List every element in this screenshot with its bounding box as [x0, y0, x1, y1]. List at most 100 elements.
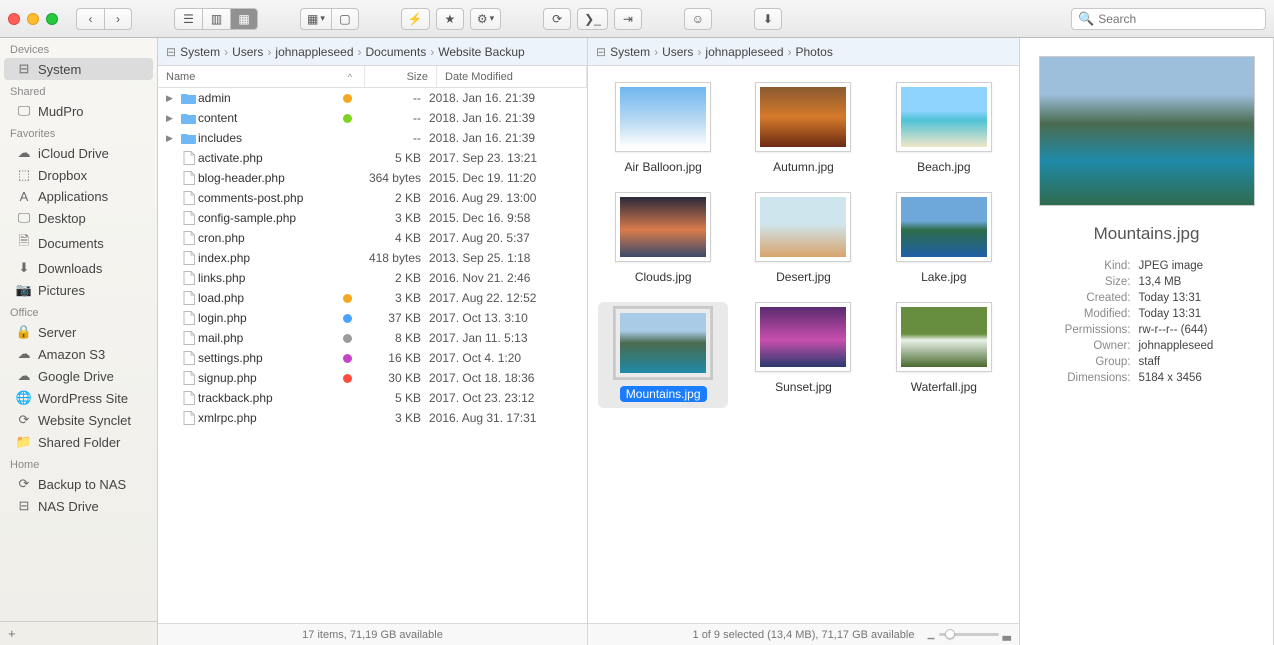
file-name: mail.php: [198, 331, 337, 345]
sidebar-item[interactable]: ⊟NAS Drive: [0, 495, 157, 517]
thumbnail-image: [615, 192, 711, 262]
file-row[interactable]: ▶content--2018. Jan 16. 21:39: [158, 108, 587, 128]
file-icon: [180, 171, 198, 185]
file-row[interactable]: config-sample.php3 KB2015. Dec 16. 9:58: [158, 208, 587, 228]
breadcrumb-segment[interactable]: System: [180, 45, 220, 59]
file-row[interactable]: signup.php30 KB2017. Oct 18. 18:36: [158, 368, 587, 388]
breadcrumb-segment[interactable]: Photos: [796, 45, 833, 59]
thumbnail-item[interactable]: Autumn.jpg: [738, 82, 868, 174]
sidebar-item[interactable]: ⊟System: [4, 58, 153, 80]
thumbnail-item[interactable]: Beach.jpg: [879, 82, 1009, 174]
arrange-button[interactable]: ▦▾: [300, 8, 331, 30]
view-list-button[interactable]: ☰: [174, 8, 202, 30]
thumbnail-item[interactable]: Sunset.jpg: [738, 302, 868, 408]
window-controls: [8, 13, 58, 25]
forward-button[interactable]: ›: [104, 8, 132, 30]
sidebar-item[interactable]: ⟳Website Synclet: [0, 409, 157, 431]
file-row[interactable]: mail.php8 KB2017. Jan 11. 5:13: [158, 328, 587, 348]
sidebar-heading: Shared: [0, 80, 157, 100]
breadcrumb-segment[interactable]: johnappleseed: [275, 45, 353, 59]
terminal-icon: ❯_: [584, 12, 601, 26]
new-document-button[interactable]: ▢: [331, 8, 359, 30]
metadata-row: Size:13,4 MB: [1037, 274, 1257, 290]
tag-dot: [337, 94, 357, 103]
file-row[interactable]: links.php2 KB2016. Nov 21. 2:46: [158, 268, 587, 288]
search-field[interactable]: 🔍: [1071, 8, 1266, 30]
breadcrumb-segment[interactable]: Users: [662, 45, 693, 59]
file-row[interactable]: index.php418 bytes2013. Sep 25. 1:18: [158, 248, 587, 268]
zoom-window-button[interactable]: [46, 13, 58, 25]
thumbnail-item[interactable]: Air Balloon.jpg: [598, 82, 728, 174]
terminal-button[interactable]: ❯_: [577, 8, 608, 30]
quick-action-button[interactable]: ⚡: [401, 8, 430, 30]
file-row[interactable]: cron.php4 KB2017. Aug 20. 5:37: [158, 228, 587, 248]
tag-dot: [337, 114, 357, 123]
thumbnail-item[interactable]: Lake.jpg: [879, 192, 1009, 284]
disclosure-triangle-icon[interactable]: ▶: [166, 93, 180, 104]
sidebar-item[interactable]: 🖵MudPro: [0, 100, 157, 122]
action-menu-button[interactable]: ⚙▾: [470, 8, 501, 30]
favorite-button[interactable]: ★: [436, 8, 464, 30]
file-row[interactable]: xmlrpc.php3 KB2016. Aug 31. 17:31: [158, 408, 587, 428]
column-header-date[interactable]: Date Modified: [437, 66, 587, 87]
thumbnail-item[interactable]: Mountains.jpg: [598, 302, 728, 408]
file-date: 2017. Oct 4. 1:20: [429, 351, 579, 365]
breadcrumb-segment[interactable]: System: [610, 45, 650, 59]
sidebar-add-button[interactable]: +: [0, 621, 157, 645]
column-header-row: Name^ Size Date Modified: [158, 66, 587, 88]
column-header-size[interactable]: Size: [365, 66, 437, 87]
sidebar-item[interactable]: 📷Pictures: [0, 279, 157, 301]
view-icons-button[interactable]: ▦: [230, 8, 258, 30]
breadcrumb-segment[interactable]: Users: [232, 45, 263, 59]
file-date: 2013. Sep 25. 1:18: [429, 251, 579, 265]
breadcrumb-segment[interactable]: Website Backup: [438, 45, 525, 59]
file-size: 8 KB: [357, 331, 429, 345]
sidebar-item[interactable]: ⬇Downloads: [0, 257, 157, 279]
close-window-button[interactable]: [8, 13, 20, 25]
sidebar-item[interactable]: ☁iCloud Drive: [0, 142, 157, 164]
status-bar-right: 1 of 9 selected (13,4 MB), 71,17 GB avai…: [588, 623, 1019, 645]
file-row[interactable]: load.php3 KB2017. Aug 22. 12:52: [158, 288, 587, 308]
sidebar-item[interactable]: ⬚Dropbox: [0, 164, 157, 186]
sidebar-item[interactable]: 🗎Documents: [0, 229, 157, 257]
view-columns-button[interactable]: ▥: [202, 8, 230, 30]
file-row[interactable]: comments-post.php2 KB2016. Aug 29. 13:00: [158, 188, 587, 208]
sidebar-item[interactable]: 📁Shared Folder: [0, 431, 157, 453]
column-header-name[interactable]: Name^: [158, 66, 365, 87]
breadcrumb-segment[interactable]: Documents: [366, 45, 427, 59]
disclosure-triangle-icon[interactable]: ▶: [166, 133, 180, 144]
sidebar-item[interactable]: 🖵Desktop: [0, 207, 157, 229]
file-row[interactable]: settings.php16 KB2017. Oct 4. 1:20: [158, 348, 587, 368]
metadata-key: Group:: [1037, 356, 1131, 368]
thumbnail-item[interactable]: Desert.jpg: [738, 192, 868, 284]
sidebar-item[interactable]: AApplications: [0, 186, 157, 207]
thumbnail-item[interactable]: Clouds.jpg: [598, 192, 728, 284]
sidebar-item[interactable]: ☁Google Drive: [0, 365, 157, 387]
zoom-slider[interactable]: ▁ ▃: [928, 628, 1011, 641]
download-button[interactable]: ⬇: [754, 8, 782, 30]
file-row[interactable]: activate.php5 KB2017. Sep 23. 13:21: [158, 148, 587, 168]
star-icon: ★: [444, 12, 455, 26]
sidebar-item[interactable]: 🌐WordPress Site: [0, 387, 157, 409]
file-row[interactable]: ▶admin--2018. Jan 16. 21:39: [158, 88, 587, 108]
search-input[interactable]: [1098, 12, 1259, 26]
file-name: content: [198, 111, 337, 125]
disclosure-triangle-icon[interactable]: ▶: [166, 113, 180, 124]
file-row[interactable]: trackback.php5 KB2017. Oct 23. 23:12: [158, 388, 587, 408]
transfer-button[interactable]: ⇥: [614, 8, 642, 30]
file-row[interactable]: login.php37 KB2017. Oct 13. 3:10: [158, 308, 587, 328]
file-row[interactable]: blog-header.php364 bytes2015. Dec 19. 11…: [158, 168, 587, 188]
back-button[interactable]: ‹: [76, 8, 104, 30]
file-row[interactable]: ▶includes--2018. Jan 16. 21:39: [158, 128, 587, 148]
chevron-right-icon: ›: [430, 45, 434, 59]
emoji-button[interactable]: ☺: [684, 8, 712, 30]
zoom-out-icon: ▁: [928, 629, 935, 640]
minimize-window-button[interactable]: [27, 13, 39, 25]
thumbnail-item[interactable]: Waterfall.jpg: [879, 302, 1009, 408]
sidebar-item[interactable]: ⟳Backup to NAS: [0, 473, 157, 495]
sync-button[interactable]: ⟳: [543, 8, 571, 30]
thumbnail-label: Waterfall.jpg: [911, 380, 977, 394]
sidebar-item[interactable]: ☁Amazon S3: [0, 343, 157, 365]
breadcrumb-segment[interactable]: johnappleseed: [705, 45, 783, 59]
sidebar-item[interactable]: 🔒Server: [0, 321, 157, 343]
